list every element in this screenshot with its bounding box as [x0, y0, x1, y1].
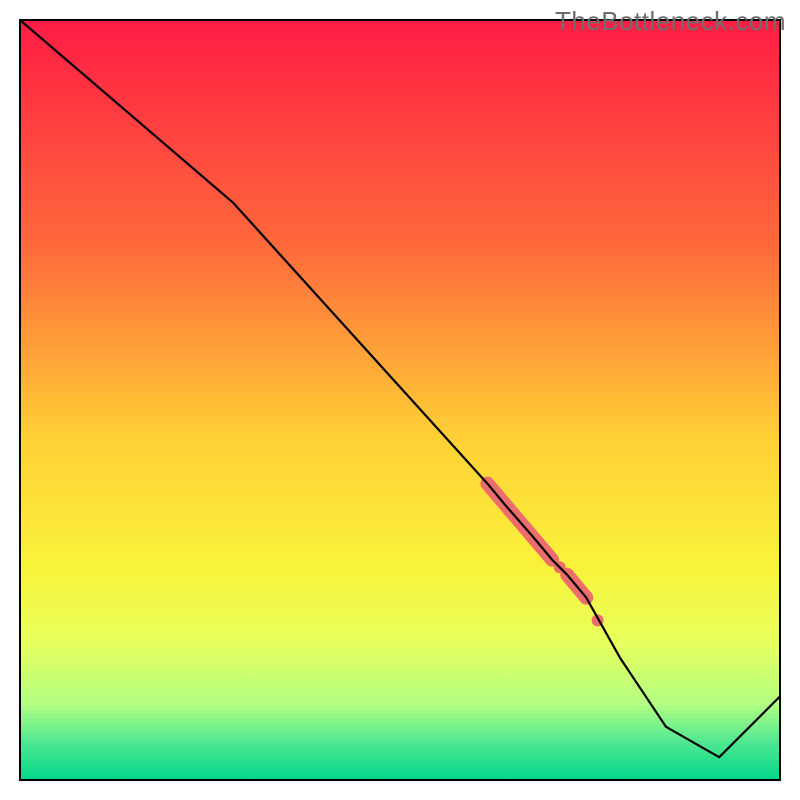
bottleneck-chart	[0, 0, 800, 800]
plot-background	[20, 20, 780, 780]
chart-container: TheBottleneck.com	[0, 0, 800, 800]
